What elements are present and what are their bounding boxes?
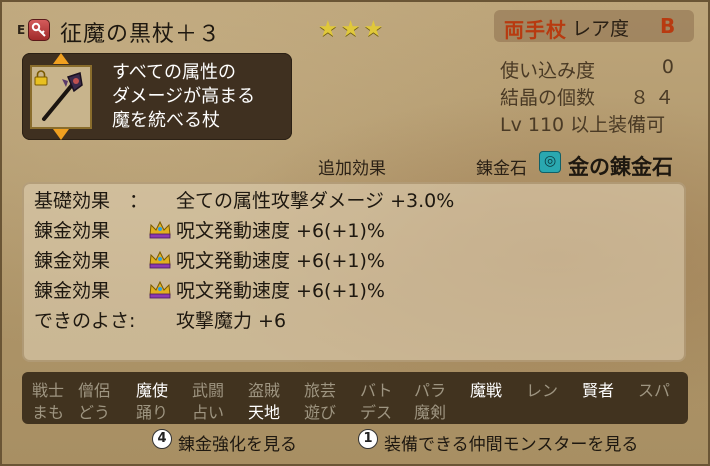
job-monster-master: まも: [32, 403, 65, 422]
alchemy-stone-label: 錬金石: [476, 159, 527, 179]
rarity-value: B: [660, 14, 676, 38]
staff-item-icon: [30, 65, 92, 129]
key-icon: [28, 19, 50, 41]
item-name: 征魔の黒杖＋３: [60, 22, 222, 47]
stat-usage: 使い込み度 0: [500, 56, 690, 82]
lock-icon: [34, 70, 48, 86]
stat-level-requirement: Lv 110 以上装備可: [500, 110, 690, 136]
effect-label: 錬金効果: [34, 220, 111, 242]
button-4-icon[interactable]: 4: [152, 429, 172, 449]
weapon-type: 両手杖: [504, 18, 567, 42]
extra-effects-label: 追加効果: [318, 159, 386, 179]
description-panel: すべての属性の ダメージが高まる 魔を統べる杖: [22, 53, 292, 140]
job-ranger: レン: [526, 381, 559, 400]
job-warrior: 戦士: [32, 381, 65, 400]
stat-crystal-count: 結晶の個数 ８４: [500, 83, 690, 109]
crown-icon: [149, 250, 171, 269]
job-battle-master: バト: [360, 381, 393, 400]
stat-label: Lv 110 以上装備可: [500, 114, 666, 136]
view-alchemy-upgrade-hint[interactable]: 錬金強化を見る: [178, 430, 297, 455]
effect-text: 呪文発動速度 +6(+1)%: [176, 250, 385, 272]
job-mage: 魔使: [136, 381, 169, 400]
job-minstrel: 旅芸: [304, 381, 337, 400]
equipped-mark: E: [17, 23, 26, 37]
job-item-master: どう: [78, 403, 111, 422]
job-druid: 天地: [248, 403, 281, 422]
job-gadabout: 遊び: [304, 403, 337, 422]
effect-text: 呪文発動速度 +6(+1)%: [176, 220, 385, 242]
job-magic-swordsman: 魔剣: [414, 403, 447, 422]
button-4-glyph: 4: [157, 431, 167, 446]
arrow-up-icon[interactable]: [53, 53, 69, 64]
item-description: すべての属性の ダメージが高まる 魔を統べる杖: [112, 61, 255, 133]
description-line: ダメージが高まる: [112, 86, 256, 107]
view-equippable-monsters-hint[interactable]: 装備できる仲間モンスターを見る: [384, 430, 638, 455]
rating-stars: ★★★: [318, 17, 387, 42]
effects-panel: 基礎効果 ： 全ての属性攻撃ダメージ +3.0% 錬金効果 呪文発動速度 +6(…: [22, 182, 686, 362]
job-armamentalist: 魔戦: [470, 381, 503, 400]
button-1-icon[interactable]: 1: [358, 429, 378, 449]
description-line: すべての属性の: [112, 62, 237, 83]
effect-text: 全ての属性攻撃ダメージ +3.0%: [176, 190, 455, 212]
job-dancer: 踊り: [136, 403, 169, 422]
effect-label: 錬金効果: [34, 250, 111, 272]
stat-label: 使い込み度: [500, 60, 596, 82]
job-superstar: スパ: [638, 381, 671, 400]
alchemy-stone-name: 金の錬金石: [568, 155, 673, 179]
job-death-master: デス: [360, 403, 393, 422]
job-martial-artist: 武闘: [192, 381, 225, 400]
crown-icon: [149, 220, 171, 239]
equippable-jobs-panel: 戦士 僧侶 魔使 武闘 盗賊 旅芸 バト パラ 魔戦 レン 賢者 スパ まも ど…: [22, 372, 688, 424]
arrow-down-icon[interactable]: [53, 129, 69, 140]
alchemy-stone-glyph: ◎: [544, 153, 557, 169]
crown-icon: [149, 280, 171, 299]
effect-label: 錬金効果: [34, 280, 111, 302]
stat-value: 0: [661, 56, 680, 78]
job-paladin: パラ: [414, 381, 447, 400]
effect-text: 攻撃魔力 +6: [176, 310, 287, 332]
job-fortune-teller: 占い: [192, 403, 225, 422]
button-1-glyph: 1: [363, 431, 373, 446]
alchemy-stone-icon: ◎: [539, 151, 561, 173]
description-line: 魔を統べる杖: [112, 110, 220, 131]
job-thief: 盗賊: [248, 381, 281, 400]
effect-label: 基礎効果 ：: [34, 190, 149, 212]
job-priest: 僧侶: [78, 381, 111, 400]
stat-value: ８４: [629, 87, 680, 109]
effect-text: 呪文発動速度 +6(+1)%: [176, 280, 385, 302]
job-sage: 賢者: [582, 381, 615, 400]
effect-label: できのよさ:: [34, 310, 136, 332]
rarity-label: レア度: [572, 18, 630, 40]
stat-label: 結晶の個数: [500, 87, 596, 109]
